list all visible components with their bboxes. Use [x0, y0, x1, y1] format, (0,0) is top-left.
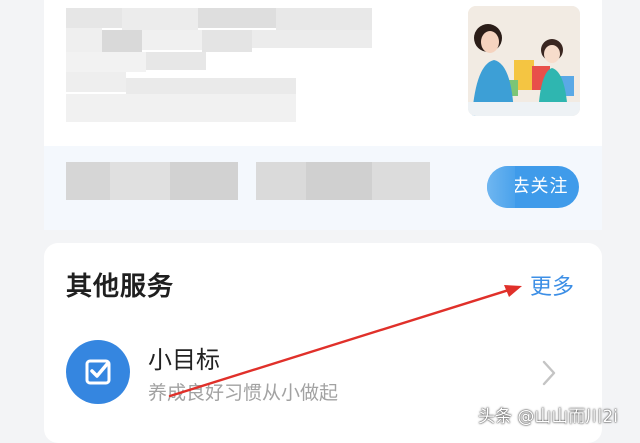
watermark: 头条 @山山而川2i	[478, 407, 618, 427]
annotation-arrow	[168, 285, 522, 398]
